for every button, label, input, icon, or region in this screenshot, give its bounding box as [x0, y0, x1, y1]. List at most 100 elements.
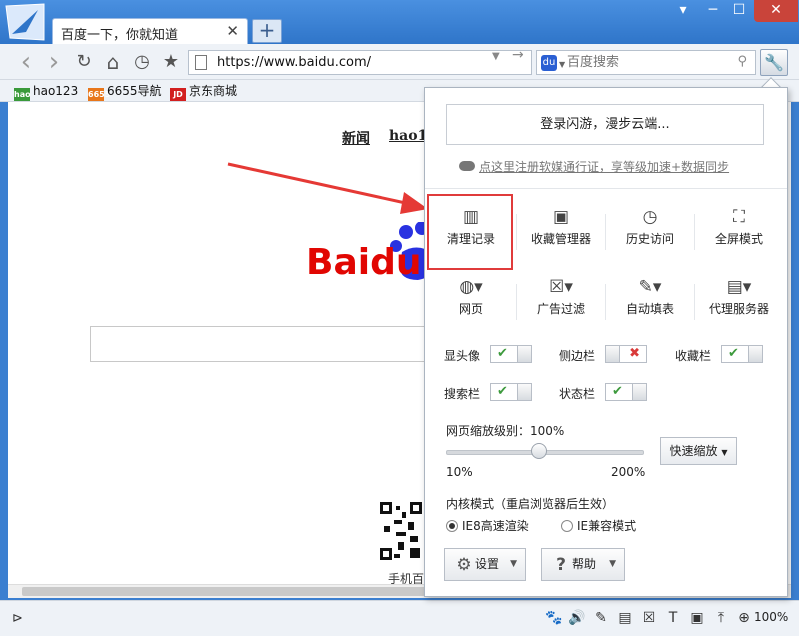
app-logo-icon[interactable] — [4, 2, 46, 42]
question-icon: ? — [556, 555, 566, 575]
toggle-label-status: 状态栏 — [559, 387, 596, 401]
grid-item-label: 广告过滤 — [536, 302, 585, 316]
close-window-button[interactable]: ✕ — [754, 0, 798, 22]
cat-icon[interactable]: 🐾 — [545, 609, 563, 627]
broom-icon: ▥ — [462, 207, 480, 227]
zoom-slider-knob[interactable] — [531, 443, 548, 459]
toggle-label-avatar: 显头像 — [444, 349, 481, 363]
cloud-icon — [459, 161, 475, 171]
radio-label: IE兼容模式 — [577, 519, 637, 533]
status-bar-toggle[interactable]: ✔ — [605, 383, 647, 401]
refresh-icon[interactable]: ↻ — [72, 50, 96, 74]
edit-icon[interactable]: ✎ — [592, 609, 610, 627]
back-icon[interactable]: ‹ — [14, 49, 38, 75]
search-box: du ▼ ⚲ — [536, 50, 756, 75]
hao123-icon: hao — [14, 88, 31, 101]
screenshot-icon[interactable]: ▣ — [688, 609, 706, 627]
favorites-bar-toggle[interactable]: ✔ — [721, 345, 763, 363]
history-icon[interactable]: ◷ — [130, 50, 154, 74]
navigation-bar: ‹ › ↻ ⌂ ◷ ★ https://www.baidu.com/ ▼ → d… — [0, 44, 799, 80]
menu-divider — [425, 188, 787, 189]
bookmark-hao123[interactable]: hao hao123 — [14, 83, 78, 101]
upload-icon[interactable]: ⤒ — [712, 609, 730, 627]
chevron-down-icon: ▼ — [609, 559, 616, 569]
fullscreen-item[interactable]: ⛶ 全屏模式 — [695, 204, 783, 268]
qr-code-icon — [380, 502, 422, 560]
wrench-menu-button[interactable]: 🔧 — [760, 49, 788, 76]
address-bar[interactable]: https://www.baidu.com/ — [188, 50, 532, 75]
cross-icon: ✖ — [629, 346, 640, 361]
settings-button[interactable]: ⚙ 设置 ▼ — [444, 548, 526, 581]
avatar-toggle[interactable]: ✔ — [490, 345, 532, 363]
chevron-down-icon: ▼ — [510, 559, 517, 569]
radio-ie8-fast[interactable]: IE8高速渲染 — [446, 517, 529, 534]
nav-link-news[interactable]: 新闻 — [342, 128, 370, 148]
register-link[interactable]: 点这里注册软媒通行证，享等级加速+数据同步 — [459, 158, 729, 175]
browser-window: 百度一下，你就知道 ✕ + ▾ ─ ☐ ✕ ‹ › ↻ ⌂ ◷ ★ https:… — [0, 0, 799, 636]
fullscreen-icon: ⛶ — [733, 207, 745, 227]
bookmark-6655[interactable]: 66556655导航 — [88, 83, 162, 101]
grid-item-label: 历史访问 — [625, 232, 674, 246]
zoom-level-label[interactable]: 100% — [754, 610, 788, 624]
6655-icon: 6655 — [88, 88, 111, 101]
autofill-item[interactable]: ✎▾ 自动填表 — [606, 274, 694, 338]
quick-zoom-button[interactable]: 快速缩放 ▼ — [660, 437, 737, 465]
baidu-paw-icon[interactable]: du — [541, 55, 557, 71]
radio-dot — [561, 520, 573, 532]
grid-item-label: 自动填表 — [625, 302, 674, 316]
toggle-knob — [606, 346, 620, 362]
tab-baidu[interactable]: 百度一下，你就知道 ✕ — [52, 18, 248, 44]
tab-close-icon[interactable]: ✕ — [226, 22, 239, 40]
title-bar: 百度一下，你就知道 ✕ + ▾ ─ ☐ ✕ — [0, 0, 799, 44]
baidu-search-input[interactable] — [90, 326, 440, 362]
home-icon[interactable]: ⌂ — [101, 50, 125, 74]
zoom-min-label: 10% — [446, 465, 473, 479]
bookmark-jd[interactable]: JD 京东商城 — [170, 83, 237, 101]
check-icon: ✔ — [612, 384, 623, 399]
login-button[interactable]: 登录闪游，漫步云端... — [446, 104, 764, 145]
browser-menu-panel: 登录闪游，漫步云端... 点这里注册软媒通行证，享等级加速+数据同步 ▥ 清理记… — [424, 87, 788, 597]
settings-label: 设置 — [475, 557, 500, 571]
tab-title: 百度一下，你就知道 — [61, 28, 179, 43]
history-item[interactable]: ◷ 历史访问 — [606, 204, 694, 268]
zoom-icon[interactable]: ⊕ — [735, 609, 753, 627]
forward-icon[interactable]: › — [42, 49, 66, 75]
maximize-button[interactable]: ☐ — [728, 0, 750, 22]
new-tab-button[interactable]: + — [252, 19, 282, 43]
proxy-item[interactable]: ▤▾ 代理服务器 — [695, 274, 783, 338]
sidebar-toggle[interactable]: ✖ — [605, 345, 647, 363]
ad-filter-item[interactable]: ☒▾ 广告过滤 — [517, 274, 605, 338]
help-button[interactable]: ? 帮助 ▼ — [541, 548, 625, 581]
text-icon[interactable]: T — [664, 609, 682, 627]
search-engine-dropdown-icon[interactable]: ▼ — [559, 60, 565, 69]
gear-icon: ⚙ — [456, 555, 472, 575]
search-input[interactable] — [567, 54, 717, 71]
clear-history-item[interactable]: ▥ 清理记录 — [427, 204, 515, 268]
quick-zoom-label: 快速缩放 — [669, 444, 718, 458]
bookmark-label: 6655导航 — [107, 84, 162, 98]
address-dropdown-icon[interactable]: ▼ — [492, 51, 500, 62]
address-text: https://www.baidu.com/ — [217, 55, 372, 70]
jd-icon: JD — [170, 88, 186, 101]
ad-filter-icon: ☒▾ — [549, 277, 573, 297]
favorite-icon[interactable]: ★ — [159, 50, 183, 74]
radio-ie-compat[interactable]: IE兼容模式 — [561, 517, 636, 534]
favorites-manager-item[interactable]: ▣ 收藏管理器 — [517, 204, 605, 268]
page-icon — [195, 55, 207, 70]
grid-item-label: 收藏管理器 — [530, 232, 591, 246]
block-icon[interactable]: ☒ — [640, 609, 658, 627]
toggle-knob — [517, 384, 531, 400]
sidebar-toggle-icon[interactable]: ⊳ — [12, 611, 23, 626]
skin-icon[interactable]: ▾ — [672, 0, 694, 22]
save-icon[interactable]: ▤ — [616, 609, 634, 627]
grid-item-label: 代理服务器 — [708, 302, 769, 316]
go-arrow-icon[interactable]: → — [512, 47, 524, 63]
volume-icon[interactable]: 🔊 — [568, 609, 586, 627]
zoom-title: 网页缩放级别：100% — [446, 424, 565, 438]
search-bar-toggle[interactable]: ✔ — [490, 383, 532, 401]
grid-item-label: 清理记录 — [446, 232, 495, 246]
webpage-item[interactable]: ◍▾ 网页 — [427, 274, 515, 338]
grid-item-label: 网页 — [458, 302, 483, 316]
minimize-button[interactable]: ─ — [702, 0, 724, 22]
search-icon[interactable]: ⚲ — [737, 54, 747, 69]
